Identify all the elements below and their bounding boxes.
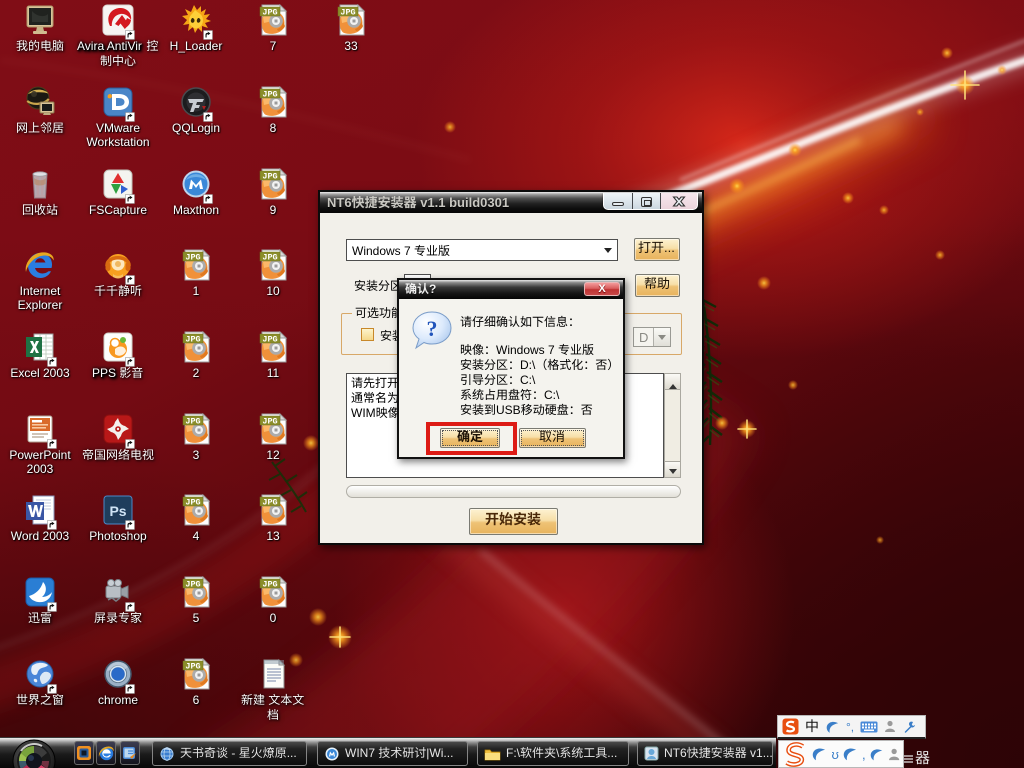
svg-text:D:\: D:\ xyxy=(520,358,536,372)
svg-text:v1...: v1... xyxy=(747,746,773,760)
svg-text:NT6: NT6 xyxy=(664,746,687,760)
svg-text:...: ... xyxy=(607,746,617,760)
svg-text:-: - xyxy=(228,746,239,760)
svg-text:NT6: NT6 xyxy=(327,195,352,210)
svg-text:USB: USB xyxy=(496,403,521,417)
svg-text:C:\: C:\ xyxy=(520,373,536,387)
svg-text:WIN7: WIN7 xyxy=(345,746,378,760)
svg-text:?: ? xyxy=(427,316,438,341)
svg-text:...: ... xyxy=(664,240,675,255)
svg-text:...: ... xyxy=(287,746,297,760)
svg-text:?: ? xyxy=(429,282,436,296)
svg-text:v1.1 build0301: v1.1 build0301 xyxy=(417,195,510,210)
svg-text:Windows 7: Windows 7 xyxy=(352,244,414,258)
svg-text:|Wi...: |Wi... xyxy=(426,746,453,760)
svg-text:PPS: PPS xyxy=(92,366,119,380)
svg-text:F:\: F:\ xyxy=(506,746,521,760)
svg-text:Windows 7: Windows 7 xyxy=(496,343,558,357)
svg-text:WIM: WIM xyxy=(351,406,376,420)
svg-text:\: \ xyxy=(556,746,560,760)
svg-text:C:\: C:\ xyxy=(544,388,560,402)
svg-text:Avira AntiVir: Avira AntiVir xyxy=(77,39,145,53)
